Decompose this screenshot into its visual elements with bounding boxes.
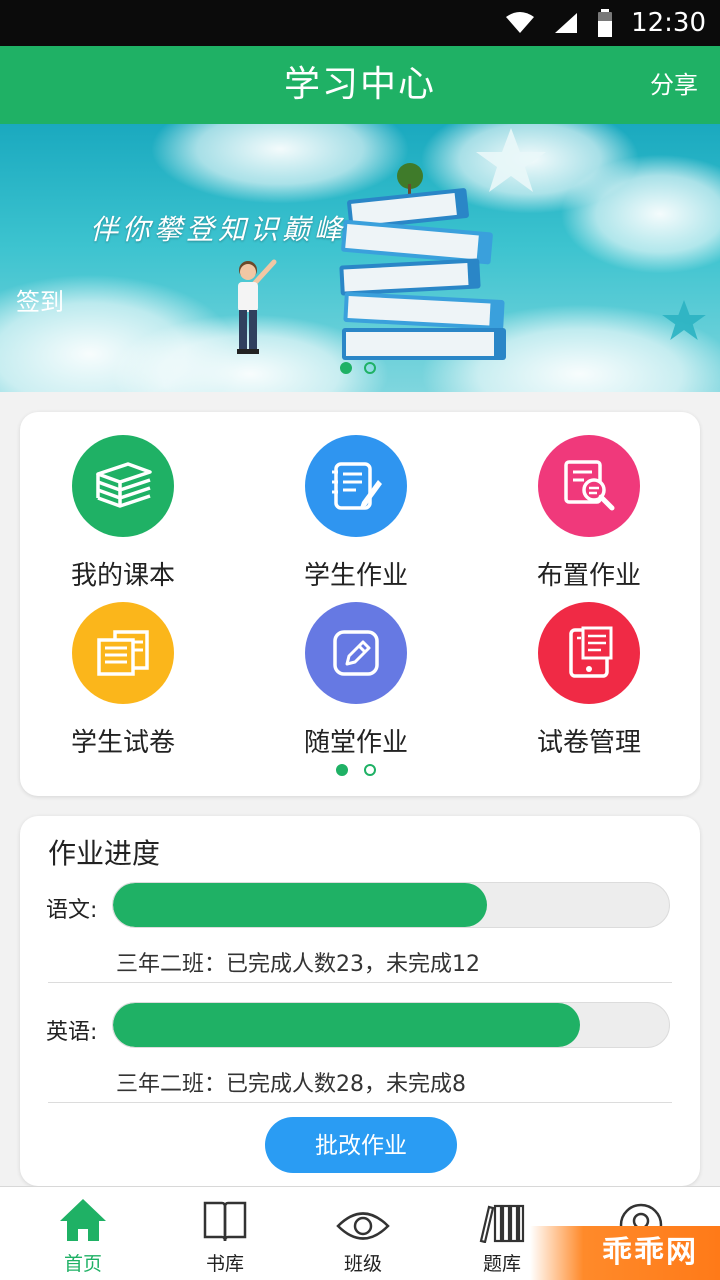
student-homework-button[interactable]: 学生作业 bbox=[256, 435, 456, 592]
progress-note-english: 三年二班：已完成人数28，未完成8 bbox=[116, 1072, 466, 1097]
book-stack-illustration bbox=[339, 163, 506, 360]
tab-class[interactable]: 班级 bbox=[291, 1187, 435, 1280]
page-dot[interactable] bbox=[364, 764, 376, 776]
book-icon bbox=[153, 1187, 297, 1243]
wifi-icon bbox=[506, 12, 535, 33]
assign-homework-button[interactable]: 布置作业 bbox=[489, 435, 689, 592]
grid-item-label: 试卷管理 bbox=[536, 728, 641, 758]
function-grid: 我的课本 学生作业 布置作业 学生试卷 随堂作业 试卷管理 bbox=[20, 412, 700, 796]
tab-home[interactable]: 首页 bbox=[11, 1187, 155, 1280]
banner-slogan: 伴你攀登知识巅峰 bbox=[90, 213, 347, 246]
status-bar: 12:30 bbox=[0, 0, 720, 46]
divider bbox=[48, 1102, 672, 1103]
my-textbook-button[interactable]: 我的课本 bbox=[23, 435, 223, 592]
divider bbox=[48, 982, 672, 983]
grid-item-label: 随堂作业 bbox=[303, 728, 408, 758]
grid-item-label: 学生试卷 bbox=[70, 728, 175, 758]
classroom-homework-button[interactable]: 随堂作业 bbox=[256, 602, 456, 759]
edit-icon bbox=[305, 602, 407, 704]
progress-heading: 作业进度 bbox=[48, 837, 161, 870]
child-figure bbox=[237, 259, 277, 354]
progress-note-chinese: 三年二班：已完成人数23，未完成12 bbox=[116, 952, 480, 977]
grid-item-label: 我的课本 bbox=[70, 561, 175, 591]
banner-page-indicator bbox=[340, 362, 376, 374]
status-icons: 12:30 bbox=[505, 0, 706, 46]
progress-fill bbox=[113, 1003, 581, 1047]
grid-page-indicator bbox=[336, 764, 376, 776]
student-exam-button[interactable]: 学生试卷 bbox=[23, 602, 223, 759]
notebook-icon bbox=[305, 435, 407, 537]
home-icon bbox=[11, 1187, 155, 1243]
watermark: 乖乖网 bbox=[530, 1226, 720, 1280]
eye-icon bbox=[291, 1187, 435, 1243]
page-dot-active[interactable] bbox=[340, 362, 352, 374]
textbook-icon bbox=[72, 435, 174, 537]
progress-fill bbox=[113, 883, 487, 927]
app-bar: 学习中心 分享 bbox=[0, 46, 720, 124]
papers-icon bbox=[72, 602, 174, 704]
subject-label-chinese: 语文: bbox=[46, 898, 98, 923]
page-title: 学习中心 bbox=[283, 64, 436, 105]
exam-management-icon bbox=[538, 602, 640, 704]
tab-label: 班级 bbox=[343, 1253, 382, 1275]
document-search-icon bbox=[538, 435, 640, 537]
tab-label: 书库 bbox=[205, 1253, 244, 1275]
progress-bar-english bbox=[112, 1002, 670, 1048]
signal-icon bbox=[555, 13, 578, 33]
checkin-button[interactable]: 签到 bbox=[16, 282, 64, 317]
page-dot-active[interactable] bbox=[336, 764, 348, 776]
battery-icon bbox=[598, 9, 613, 37]
share-button[interactable]: 分享 bbox=[650, 46, 698, 124]
banner-carousel[interactable]: 伴你攀登知识巅峰 签到 bbox=[0, 124, 720, 392]
tab-library[interactable]: 书库 bbox=[153, 1187, 297, 1280]
grade-homework-button[interactable]: 批改作业 bbox=[265, 1117, 457, 1173]
subject-label-english: 英语: bbox=[46, 1020, 98, 1045]
grid-item-label: 学生作业 bbox=[303, 561, 408, 591]
grid-item-label: 布置作业 bbox=[536, 561, 641, 591]
page-dot[interactable] bbox=[364, 362, 376, 374]
star-icon bbox=[662, 300, 706, 340]
exam-management-button[interactable]: 试卷管理 bbox=[489, 602, 689, 759]
progress-bar-chinese bbox=[112, 882, 670, 928]
homework-progress-card: 作业进度 语文: 三年二班：已完成人数23，未完成12 英语: 三年二班：已完成… bbox=[20, 816, 700, 1186]
clock: 12:30 bbox=[631, 8, 706, 38]
tab-label: 首页 bbox=[63, 1253, 102, 1275]
